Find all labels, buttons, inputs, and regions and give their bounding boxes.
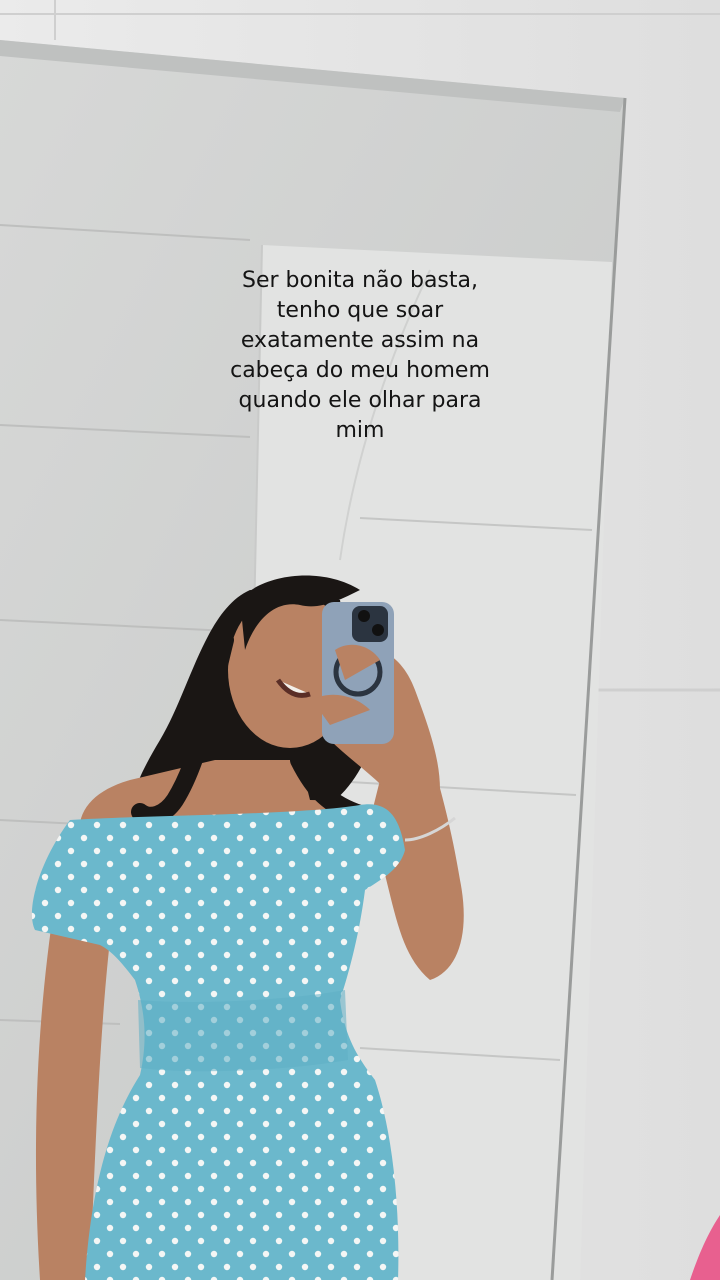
mirror-selfie-photo: [0, 0, 720, 1280]
overlay-caption: Ser bonita não basta, tenho que soar exa…: [230, 268, 490, 443]
